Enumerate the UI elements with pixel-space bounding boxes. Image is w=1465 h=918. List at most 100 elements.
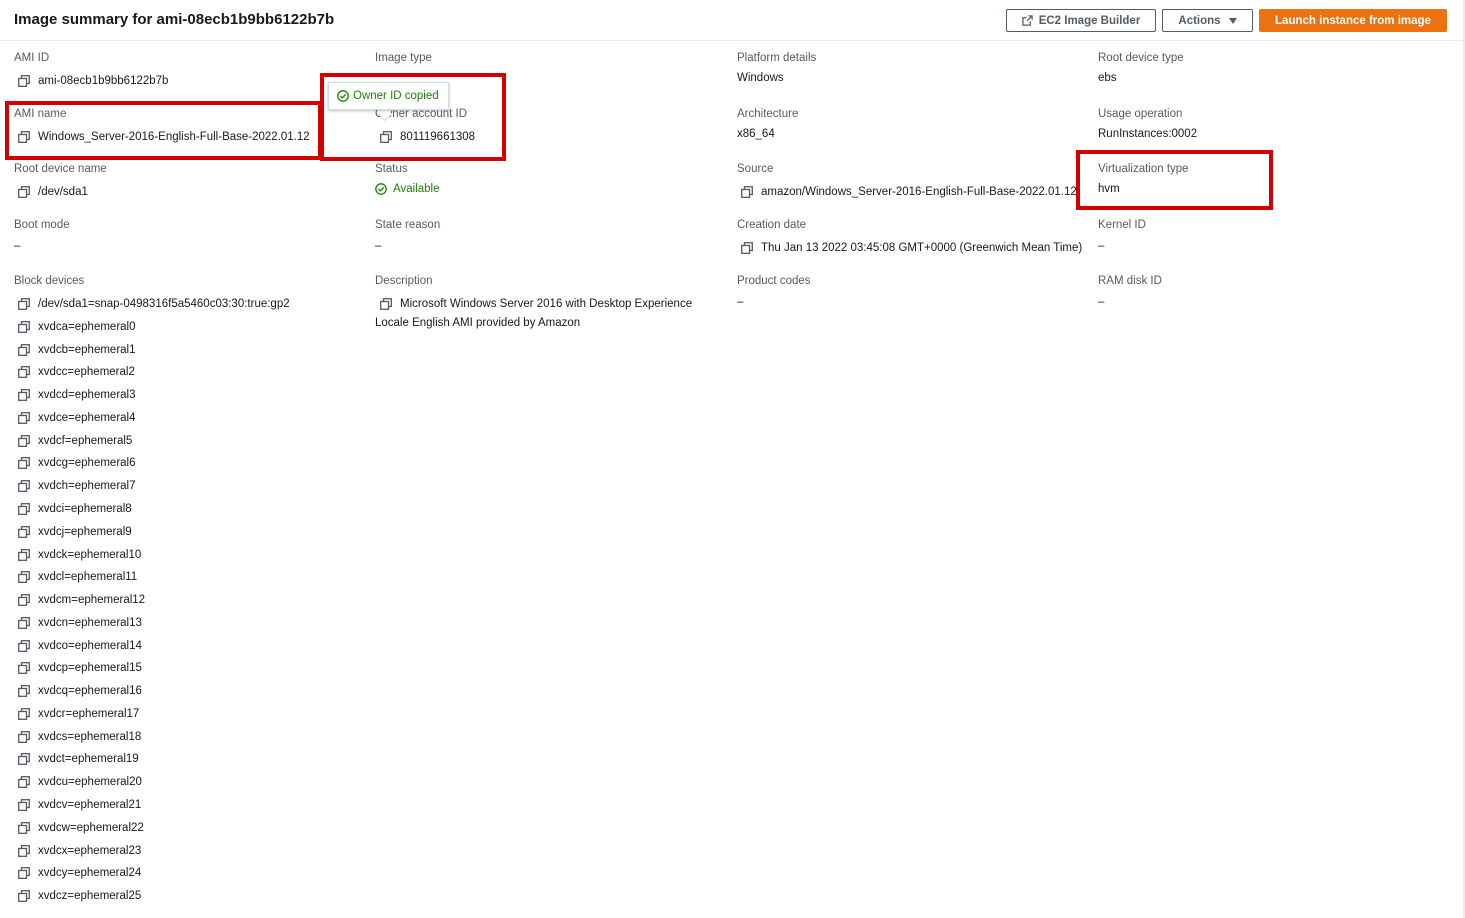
block-device-text: xvdca=ephemeral0 (38, 320, 136, 333)
copy-icon[interactable] (18, 594, 30, 606)
block-device-text: xvdcl=ephemeral11 (38, 571, 138, 584)
block-device-item: xvdcw=ephemeral22 (18, 822, 144, 834)
block-device-text: /dev/sda1=snap-0498316f5a5460c03:30:true… (38, 298, 290, 310)
block-device-item: xvdcn=ephemeral13 (18, 617, 142, 629)
launch-instance-label: Launch instance from image (1275, 14, 1431, 27)
block-device-text: xvdcy=ephemeral24 (38, 867, 142, 880)
copy-icon[interactable] (741, 242, 753, 254)
root-device-name-text: /dev/sda1 (38, 186, 88, 198)
block-device-item: xvdcb=ephemeral1 (18, 344, 136, 356)
block-device-item: xvdch=ephemeral7 (18, 480, 136, 492)
block-device-item: xvdco=ephemeral14 (18, 640, 142, 652)
kernel-id-label: Kernel ID (1098, 219, 1146, 231)
copy-icon[interactable] (18, 639, 30, 652)
block-device-item: xvdct=ephemeral19 (18, 753, 139, 765)
copy-icon[interactable] (18, 343, 30, 356)
copy-icon[interactable] (18, 389, 30, 402)
block-device-item: xvdcu=ephemeral20 (18, 776, 142, 788)
launch-instance-button[interactable]: Launch instance from image (1259, 9, 1447, 32)
block-device-item: /dev/sda1=snap-0498316f5a5460c03:30:true… (18, 298, 290, 310)
ec2-image-builder-button[interactable]: EC2 Image Builder (1006, 9, 1156, 32)
state-reason-value: – (375, 240, 382, 252)
ami-name-label: AMI name (14, 108, 67, 120)
boot-mode-label: Boot mode (14, 219, 70, 231)
block-device-item: xvdcp=ephemeral15 (18, 662, 142, 674)
block-device-text: xvdcs=ephemeral18 (38, 730, 142, 743)
ram-disk-id-label: RAM disk ID (1098, 275, 1162, 287)
block-device-text: xvdcm=ephemeral12 (38, 594, 146, 606)
copy-icon[interactable] (18, 320, 30, 333)
block-device-text: xvdce=ephemeral4 (38, 411, 136, 424)
block-device-text: xvdck=ephemeral10 (38, 548, 142, 561)
block-device-text: xvdcu=ephemeral20 (38, 776, 142, 789)
copy-icon[interactable] (380, 298, 392, 310)
ami-name-value: Windows_Server-2016-English-Full-Base-20… (18, 131, 310, 143)
block-devices-label: Block devices (14, 275, 85, 287)
block-device-item: xvdcr=ephemeral17 (18, 708, 139, 720)
status-badge: Available (375, 183, 439, 195)
caret-down-icon (1228, 17, 1237, 24)
block-device-text: xvdct=ephemeral19 (38, 753, 139, 766)
copy-icon[interactable] (18, 480, 30, 493)
usage-operation-label: Usage operation (1098, 108, 1183, 120)
check-circle-icon (337, 90, 349, 102)
copy-icon[interactable] (18, 616, 30, 629)
block-device-text: xvdcp=ephemeral15 (38, 662, 142, 675)
copy-icon[interactable] (18, 548, 30, 561)
block-device-text: xvdcg=ephemeral6 (38, 457, 136, 470)
product-codes-value: – (737, 296, 744, 308)
copy-icon[interactable] (18, 776, 30, 789)
description-line1: Microsoft Windows Server 2016 with Deskt… (400, 298, 693, 310)
block-device-text: xvdcn=ephemeral13 (38, 616, 142, 629)
source-label: Source (737, 163, 774, 175)
ec2-image-builder-label: EC2 Image Builder (1038, 14, 1141, 27)
copy-icon[interactable] (18, 571, 30, 584)
actions-dropdown-button[interactable]: Actions (1162, 9, 1253, 32)
block-device-item: xvdcd=ephemeral3 (18, 389, 136, 401)
root-device-name-value: /dev/sda1 (18, 186, 88, 198)
platform-details-label: Platform details (737, 52, 817, 64)
copy-icon[interactable] (18, 890, 30, 902)
copy-icon[interactable] (18, 821, 30, 834)
ram-disk-id-value: – (1098, 296, 1105, 308)
source-value: amazon/Windows_Server-2016-English-Full-… (741, 186, 1077, 198)
copy-icon[interactable] (380, 131, 392, 143)
copy-icon[interactable] (18, 798, 30, 811)
block-device-item: xvdcy=ephemeral24 (18, 867, 141, 879)
copy-icon[interactable] (18, 730, 30, 743)
copy-icon[interactable] (18, 867, 30, 880)
boot-mode-value: – (14, 240, 21, 252)
copy-icon[interactable] (18, 131, 30, 143)
copy-icon[interactable] (18, 434, 30, 447)
copy-icon[interactable] (18, 525, 30, 538)
copy-icon[interactable] (18, 685, 30, 698)
block-device-item: xvdca=ephemeral0 (18, 321, 136, 333)
block-device-text: xvdch=ephemeral7 (38, 480, 136, 493)
copy-icon[interactable] (741, 186, 753, 198)
copy-icon[interactable] (18, 457, 30, 470)
highlight-virtualization-type (1076, 150, 1273, 210)
copy-icon[interactable] (18, 366, 30, 379)
copy-icon[interactable] (18, 186, 30, 198)
copy-icon[interactable] (18, 662, 30, 675)
copy-icon[interactable] (18, 75, 30, 87)
owner-account-id-text: 801119661308 (400, 131, 476, 143)
source-text: amazon/Windows_Server-2016-English-Full-… (761, 186, 1077, 198)
block-device-text: xvdcz=ephemeral25 (38, 890, 142, 902)
architecture-label: Architecture (737, 108, 799, 120)
description-label: Description (375, 275, 433, 287)
block-device-text: xvdcr=ephemeral17 (38, 707, 140, 720)
block-device-item: xvdcq=ephemeral16 (18, 685, 142, 697)
copy-icon[interactable] (18, 411, 30, 424)
usage-operation-value: RunInstances:0002 (1098, 128, 1198, 140)
state-reason-label: State reason (375, 219, 441, 231)
copy-icon[interactable] (18, 298, 30, 310)
check-circle-icon (375, 183, 387, 195)
copy-icon[interactable] (18, 753, 30, 766)
tooltip-text: Owner ID copied (353, 90, 439, 102)
copy-icon[interactable] (18, 844, 30, 857)
copy-icon[interactable] (18, 707, 30, 720)
block-device-text: xvdcd=ephemeral3 (38, 389, 136, 402)
copy-icon[interactable] (18, 502, 30, 515)
virtualization-type-value: hvm (1098, 183, 1120, 195)
